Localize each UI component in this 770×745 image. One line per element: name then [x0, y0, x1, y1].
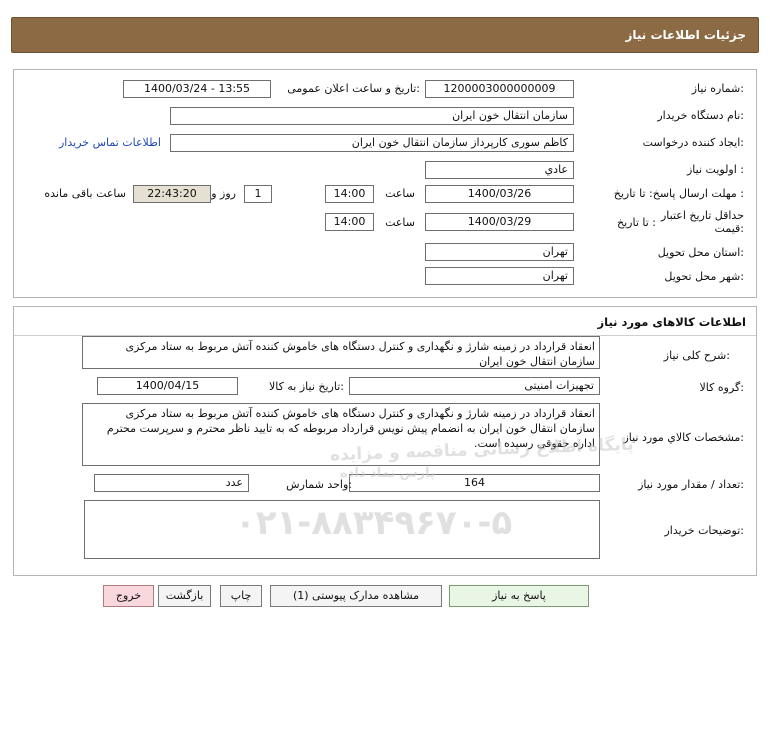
- validity-label-2: قیمت:: [714, 222, 744, 235]
- priority-label: اولویت نیاز :: [686, 163, 744, 176]
- deadline-time-field[interactable]: 14:00: [325, 185, 374, 203]
- unit-label: واحد شمارش:: [286, 478, 352, 491]
- back-button[interactable]: بازگشت: [158, 585, 211, 607]
- priority-field[interactable]: عادي: [425, 161, 574, 179]
- desc-field[interactable]: انعقاد قرارداد در زمینه شارژ و نگهداری و…: [82, 336, 600, 369]
- page-header: جزئیات اطلاعات نیاز: [11, 17, 759, 53]
- page-title: جزئیات اطلاعات نیاز: [625, 28, 746, 42]
- days-field[interactable]: 1: [244, 185, 272, 203]
- attachments-button[interactable]: مشاهده مدارک پیوستی (1): [270, 585, 442, 607]
- qty-label: تعداد / مقدار مورد نیاز:: [638, 478, 744, 491]
- exit-button[interactable]: خروج: [103, 585, 154, 607]
- need-date-field[interactable]: 1400/04/15: [97, 377, 238, 395]
- city-label: شهر محل تحویل:: [664, 270, 744, 283]
- announce-label: تاریخ و ساعت اعلان عمومی:: [287, 82, 420, 95]
- buyer-org-field[interactable]: سازمان انتقال خون ایران: [170, 107, 574, 125]
- buyer-contact-link[interactable]: اطلاعات تماس خریدار: [59, 136, 161, 149]
- validity-time-label: ساعت: [385, 216, 415, 229]
- province-label: استان محل تحویل:: [657, 246, 744, 259]
- print-button[interactable]: چاپ: [220, 585, 262, 607]
- province-field[interactable]: تهران: [425, 243, 574, 261]
- need-number-field[interactable]: 1200003000000009: [425, 80, 574, 98]
- unit-field[interactable]: عدد: [94, 474, 249, 492]
- validity-until-label: تا تاریخ :: [617, 216, 656, 229]
- spec-label: مشخصات کالاي مورد نیاز:: [623, 431, 744, 444]
- requester-label: ایجاد کننده درخواست:: [642, 136, 744, 149]
- buyer-notes-label: توضیحات خریدار:: [664, 524, 745, 537]
- group-field[interactable]: تجهیزات امنیتی: [349, 377, 600, 395]
- buyer-notes-field[interactable]: [84, 500, 600, 559]
- goods-panel: اطلاعات کالاهای مورد نیاز شرح کلی نیاز: …: [13, 306, 757, 576]
- remaining-time-field: 22:43:20: [133, 185, 211, 203]
- requester-field[interactable]: کاظم سوری کارپرداز سازمان انتقال خون ایر…: [170, 134, 574, 152]
- deadline-date-field[interactable]: 1400/03/26: [425, 185, 574, 203]
- need-details-panel: شماره نیاز: 1200003000000009 تاریخ و ساع…: [13, 69, 757, 298]
- qty-field[interactable]: 164: [349, 474, 600, 492]
- goods-section-title: اطلاعات کالاهای مورد نیاز: [597, 315, 746, 329]
- announce-field[interactable]: 1400/03/24 - 13:55: [123, 80, 271, 98]
- validity-label-1: حداقل تاریخ اعتبار: [660, 209, 744, 222]
- days-label: روز و: [211, 187, 236, 200]
- reply-button[interactable]: پاسخ به نیاز: [449, 585, 589, 607]
- deadline-label: مهلت ارسال پاسخ: تا تاریخ :: [613, 187, 744, 200]
- deadline-time-label: ساعت: [385, 187, 415, 200]
- validity-time-field[interactable]: 14:00: [325, 213, 374, 231]
- buyer-org-label: نام دستگاه خریدار:: [657, 109, 744, 122]
- desc-label: شرح کلی نیاز:: [663, 349, 730, 362]
- group-label: گروه کالا:: [699, 381, 744, 394]
- validity-date-field[interactable]: 1400/03/29: [425, 213, 574, 231]
- city-field[interactable]: تهران: [425, 267, 574, 285]
- spec-field[interactable]: انعقاد قرارداد در زمینه شارژ و نگهداری و…: [82, 403, 600, 466]
- need-date-label: تاریخ نیاز به کالا:: [269, 380, 344, 393]
- need-number-label: شماره نیاز:: [691, 82, 744, 95]
- remaining-label: ساعت باقی مانده: [44, 187, 126, 200]
